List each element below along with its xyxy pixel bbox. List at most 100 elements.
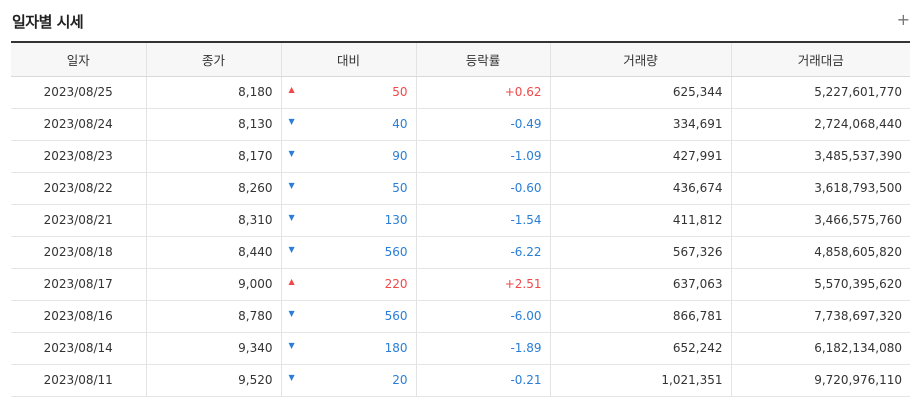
change-value: 50 xyxy=(392,181,408,195)
table-row: 2023/08/18 8,440 ▼ 560 -6.22 567,326 4,858,605… xyxy=(11,236,910,269)
cell-rate: -6.22 xyxy=(415,236,550,269)
cell-amount: 4,858,605,820 xyxy=(730,236,910,269)
cell-close: 8,310 xyxy=(145,204,281,237)
cell-close: 9,340 xyxy=(145,332,281,365)
cell-amount: 5,570,395,620 xyxy=(730,268,910,301)
cell-rate: +0.62 xyxy=(415,76,550,109)
cell-date: 2023/08/11 xyxy=(11,364,146,397)
cell-close: 8,260 xyxy=(145,172,281,205)
cell-date: 2023/08/25 xyxy=(11,76,146,109)
cell-volume: 411,812 xyxy=(549,204,731,237)
table-row: 2023/08/17 9,000 ▲ 220 +2.51 637,063 5,570,395… xyxy=(11,268,910,301)
header-volume: 거래량 xyxy=(549,41,731,77)
cell-date: 2023/08/18 xyxy=(11,236,146,269)
change-value: 90 xyxy=(392,149,408,163)
cell-date: 2023/08/23 xyxy=(11,140,146,173)
cell-close: 8,440 xyxy=(145,236,281,269)
cell-amount: 3,466,575,760 xyxy=(730,204,910,237)
cell-change: ▼ 20 xyxy=(280,364,416,397)
change-value: 220 xyxy=(384,277,408,291)
cell-volume: 436,674 xyxy=(549,172,731,205)
change-value: 20 xyxy=(392,373,408,387)
table-row: 2023/08/21 8,310 ▼ 130 -1.54 411,812 3,466,575… xyxy=(11,204,910,237)
cell-change: ▼ 560 xyxy=(280,236,416,269)
cell-change: ▼ 50 xyxy=(280,172,416,205)
cell-amount: 7,738,697,320 xyxy=(730,300,910,333)
cell-date: 2023/08/14 xyxy=(11,332,146,365)
down-arrow-icon: ▼ xyxy=(288,212,295,222)
table-row: 2023/08/23 8,170 ▼ 90 -1.09 427,991 3,485,537,… xyxy=(11,140,910,173)
cell-date: 2023/08/16 xyxy=(11,300,146,333)
down-arrow-icon: ▼ xyxy=(288,308,295,318)
cell-change: ▲ 50 xyxy=(280,76,416,109)
cell-change: ▼ 560 xyxy=(280,300,416,333)
cell-change: ▼ 90 xyxy=(280,140,416,173)
cell-date: 2023/08/17 xyxy=(11,268,146,301)
down-arrow-icon: ▼ xyxy=(288,148,295,158)
daily-price-table: 일자 종가 대비 등락률 거래량 거래대금 2023/08/25 8,180 ▲ 50… xyxy=(11,41,910,397)
table-row: 2023/08/14 9,340 ▼ 180 -1.89 652,242 6,182,134… xyxy=(11,332,910,365)
cell-volume: 625,344 xyxy=(549,76,731,109)
cell-rate: -0.60 xyxy=(415,172,550,205)
more-button[interactable]: + xyxy=(897,12,910,28)
cell-date: 2023/08/21 xyxy=(11,204,146,237)
cell-date: 2023/08/22 xyxy=(11,172,146,205)
cell-close: 8,780 xyxy=(145,300,281,333)
table-row: 2023/08/16 8,780 ▼ 560 -6.00 866,781 7,738,697… xyxy=(11,300,910,333)
change-value: 40 xyxy=(392,117,408,131)
cell-volume: 567,326 xyxy=(549,236,731,269)
change-value: 130 xyxy=(384,213,408,227)
cell-close: 8,130 xyxy=(145,108,281,141)
up-arrow-icon: ▲ xyxy=(288,84,295,94)
header-change: 대비 xyxy=(280,41,416,77)
cell-change: ▼ 180 xyxy=(280,332,416,365)
table-row: 2023/08/11 9,520 ▼ 20 -0.21 1,021,351 9,720,97… xyxy=(11,364,910,397)
header-close: 종가 xyxy=(145,41,281,77)
header-amount: 거래대금 xyxy=(730,41,910,77)
cell-volume: 866,781 xyxy=(549,300,731,333)
table-row: 2023/08/22 8,260 ▼ 50 -0.60 436,674 3,618,793,… xyxy=(11,172,910,205)
up-arrow-icon: ▲ xyxy=(288,276,295,286)
cell-volume: 637,063 xyxy=(549,268,731,301)
down-arrow-icon: ▼ xyxy=(288,180,295,190)
cell-rate: +2.51 xyxy=(415,268,550,301)
cell-close: 9,520 xyxy=(145,364,281,397)
cell-volume: 334,691 xyxy=(549,108,731,141)
cell-rate: -1.09 xyxy=(415,140,550,173)
cell-change: ▲ 220 xyxy=(280,268,416,301)
down-arrow-icon: ▼ xyxy=(288,340,295,350)
cell-close: 9,000 xyxy=(145,268,281,301)
down-arrow-icon: ▼ xyxy=(288,116,295,126)
cell-rate: -1.89 xyxy=(415,332,550,365)
cell-rate: -6.00 xyxy=(415,300,550,333)
cell-amount: 6,182,134,080 xyxy=(730,332,910,365)
daily-price-panel: 일자별 시세 + 일자 종가 대비 등락률 거래량 거래대금 2023/08/2… xyxy=(0,0,920,403)
change-value: 560 xyxy=(384,245,408,259)
down-arrow-icon: ▼ xyxy=(288,372,295,382)
cell-date: 2023/08/24 xyxy=(11,108,146,141)
cell-amount: 9,720,976,110 xyxy=(730,364,910,397)
cell-volume: 427,991 xyxy=(549,140,731,173)
cell-rate: -1.54 xyxy=(415,204,550,237)
cell-change: ▼ 130 xyxy=(280,204,416,237)
cell-amount: 5,227,601,770 xyxy=(730,76,910,109)
change-value: 50 xyxy=(392,85,408,99)
cell-amount: 3,485,537,390 xyxy=(730,140,910,173)
table-row: 2023/08/25 8,180 ▲ 50 +0.62 625,344 5,227,601,… xyxy=(11,76,910,109)
cell-volume: 1,021,351 xyxy=(549,364,731,397)
cell-close: 8,170 xyxy=(145,140,281,173)
cell-change: ▼ 40 xyxy=(280,108,416,141)
cell-close: 8,180 xyxy=(145,76,281,109)
cell-amount: 2,724,068,440 xyxy=(730,108,910,141)
cell-volume: 652,242 xyxy=(549,332,731,365)
header-date: 일자 xyxy=(11,41,146,77)
header-rate: 등락률 xyxy=(415,41,550,77)
change-value: 560 xyxy=(384,309,408,323)
table-row: 2023/08/24 8,130 ▼ 40 -0.49 334,691 2,724,068,… xyxy=(11,108,910,141)
table-header-row: 일자 종가 대비 등락률 거래량 거래대금 xyxy=(11,41,910,77)
change-value: 180 xyxy=(384,341,408,355)
panel-title: 일자별 시세 xyxy=(12,13,84,31)
down-arrow-icon: ▼ xyxy=(288,244,295,254)
cell-rate: -0.21 xyxy=(415,364,550,397)
cell-amount: 3,618,793,500 xyxy=(730,172,910,205)
